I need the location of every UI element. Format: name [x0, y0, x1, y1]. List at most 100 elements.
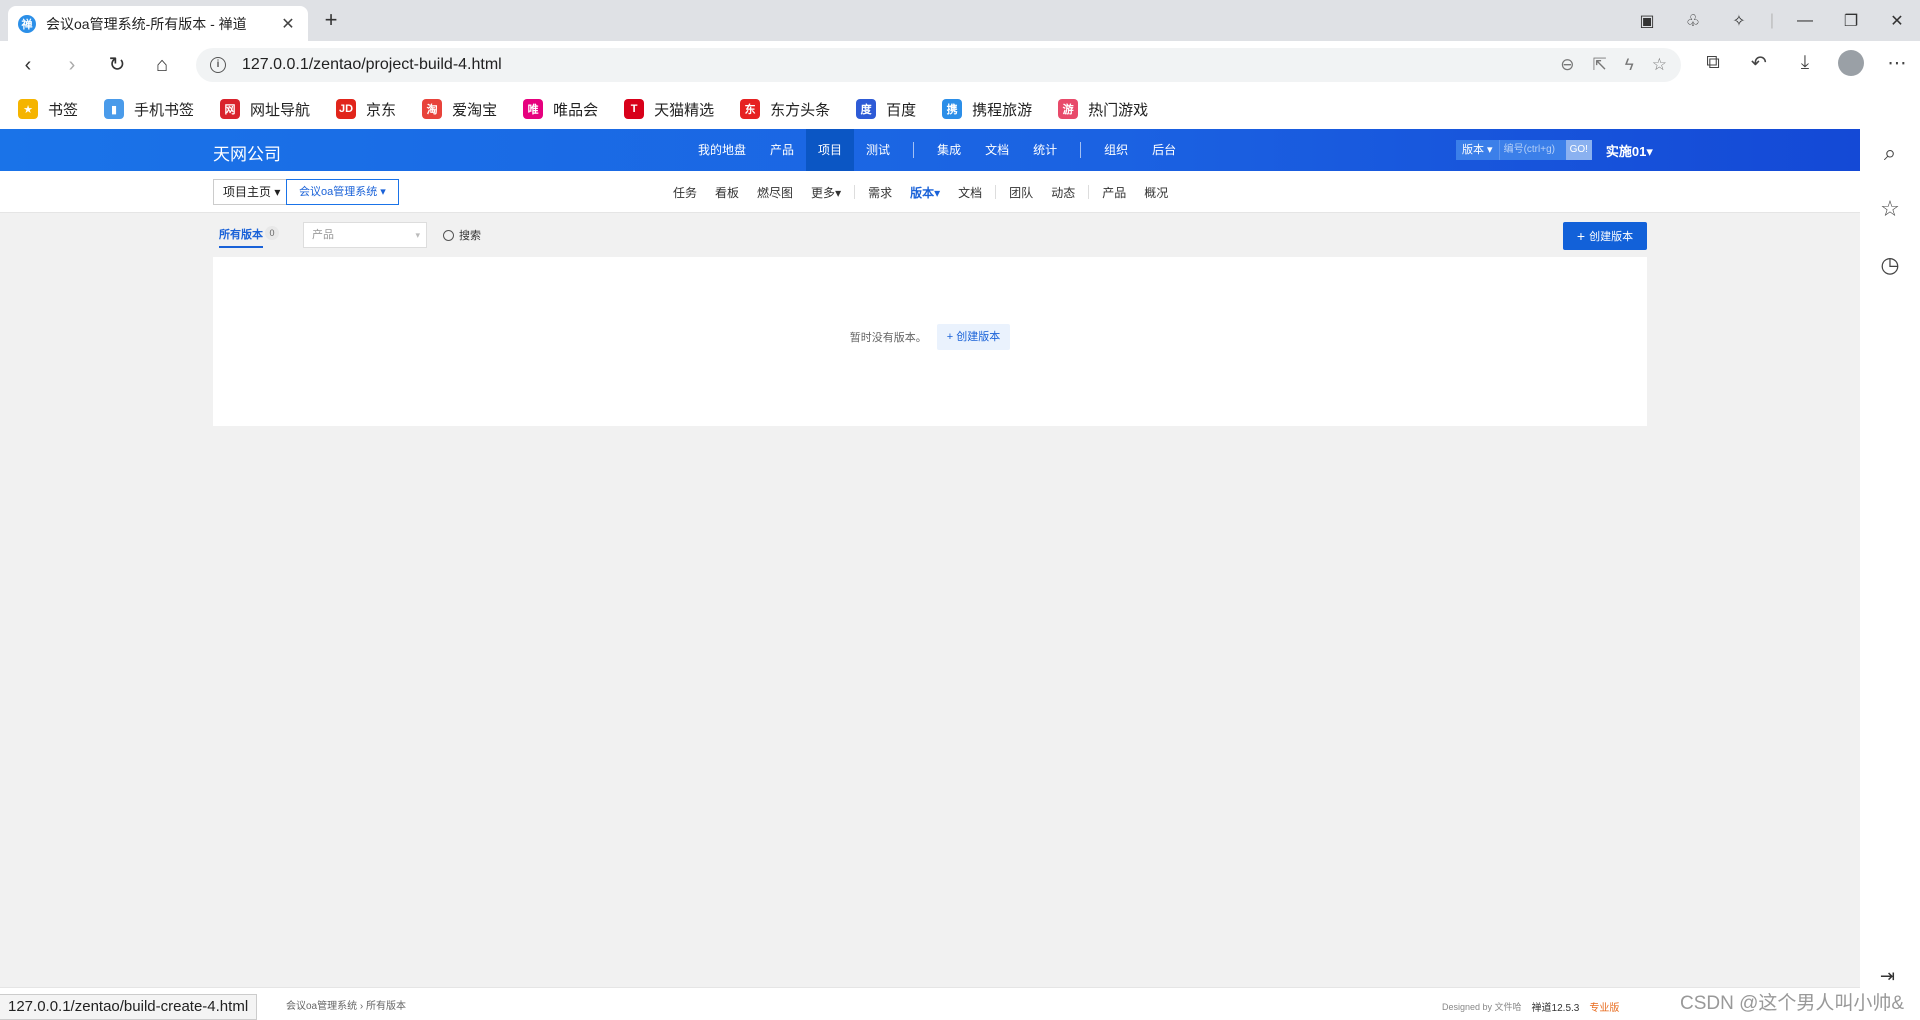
zoom-icon[interactable]: ⊖	[1560, 55, 1574, 75]
search-toggle[interactable]: 搜索	[443, 227, 481, 243]
nav-qa[interactable]: 测试	[854, 129, 902, 171]
bookmark-item[interactable]: ▮ 手机书签	[104, 99, 194, 120]
ctrip-icon: 携	[942, 99, 963, 119]
breadcrumb-project-home[interactable]: 项目主页 ▾	[213, 179, 290, 205]
bookmark-star-icon[interactable]: ☆	[1652, 55, 1667, 75]
nav-my[interactable]: 我的地盘	[686, 129, 758, 171]
site-info-icon[interactable]: i	[210, 57, 226, 73]
bookmark-item[interactable]: 游热门游戏	[1058, 99, 1148, 120]
subnav-divider	[1088, 185, 1090, 199]
home-icon[interactable]: ⌂	[146, 50, 178, 82]
go-button[interactable]: GO!	[1565, 140, 1592, 160]
collapse-panel-icon[interactable]: ⇥	[1880, 966, 1895, 987]
bookmark-item[interactable]: 度百度	[856, 99, 916, 120]
subnav-task[interactable]: 任务	[664, 184, 706, 201]
product-select-placeholder: 产品	[312, 229, 334, 241]
search-input[interactable]: 编号(ctrl+g)	[1498, 140, 1566, 160]
company-name[interactable]: 天网公司	[213, 140, 281, 165]
nav-admin[interactable]: 后台	[1140, 129, 1188, 171]
more-menu-icon[interactable]: ⋯	[1874, 52, 1920, 75]
close-window-icon[interactable]: ✕	[1874, 11, 1920, 31]
create-build-button[interactable]: + 创建版本	[1563, 222, 1647, 250]
bookmark-label: 天猫精选	[654, 101, 715, 119]
subnav-story[interactable]: 需求	[859, 184, 901, 201]
nav-report[interactable]: 统计	[1021, 129, 1069, 171]
product-select[interactable]: 产品 ▾	[303, 222, 427, 248]
taobao-icon: 淘	[422, 99, 443, 119]
reload-icon[interactable]: ↻	[101, 50, 133, 82]
browser-actions: ⧉ ↶ ⤓ ⋯	[1690, 50, 1920, 76]
bookmark-item[interactable]: ★ 书签	[18, 99, 78, 120]
bookmark-label: 百度	[886, 101, 917, 119]
bookmark-item[interactable]: T 天猫精选	[624, 99, 714, 120]
footer-crumb-project[interactable]: 会议oa管理系统	[286, 1001, 357, 1012]
bookmark-item[interactable]: JD 京东	[336, 99, 396, 120]
new-tab-button[interactable]: +	[318, 8, 344, 34]
search-icon[interactable]: ⌕	[1878, 141, 1902, 165]
bookmarks-bar: ★ 书签 ▮ 手机书签 网网址导航 JD 京东 淘爱淘宝 唯唯品会 T 天猫精选 东东方头条 度百度 携携…	[0, 89, 1920, 129]
status-bar-url: 127.0.0.1/zentao/build-create-4.html	[0, 994, 258, 1020]
nav-company[interactable]: 组织	[1092, 129, 1140, 171]
subnav-overview[interactable]: 概况	[1135, 184, 1177, 201]
bookmark-item[interactable]: 网网址导航	[220, 99, 310, 120]
share-icon[interactable]: ⇱	[1593, 55, 1607, 75]
tab-all-builds[interactable]: 所有版本	[219, 226, 263, 248]
search-label: 搜索	[459, 230, 481, 242]
chevron-down-icon: ▾	[415, 230, 420, 240]
tab-counter-icon[interactable]: ▣	[1624, 11, 1670, 31]
browser-tab[interactable]: 禅 会议oa管理系统-所有版本 - 禅道 ✕	[8, 6, 308, 41]
bolt-icon[interactable]: ϟ	[1625, 55, 1634, 75]
nav-project[interactable]: 项目	[806, 129, 855, 171]
browser-side-panel: ⌕ ☆ ◷	[1860, 129, 1920, 1020]
bookmark-item[interactable]: 唯唯品会	[523, 99, 598, 120]
vip-icon: 唯	[523, 99, 544, 119]
profile-avatar[interactable]	[1838, 50, 1864, 76]
download-icon[interactable]: ⤓	[1782, 52, 1828, 74]
bookmark-item[interactable]: 淘爱淘宝	[422, 99, 497, 120]
back-icon[interactable]: ‹	[12, 50, 44, 82]
subnav-build[interactable]: 版本▾	[901, 184, 949, 201]
bookmark-label: 网址导航	[250, 101, 311, 119]
favorites-star-icon[interactable]: ☆	[1878, 197, 1902, 221]
history-clock-icon[interactable]: ◷	[1878, 253, 1902, 277]
bookmark-label: 手机书签	[134, 101, 195, 119]
nav-doc[interactable]: 文档	[973, 129, 1021, 171]
subnav-divider	[854, 185, 856, 199]
bookmark-label: 爱淘宝	[452, 101, 498, 119]
page-footer: 会议oa管理系统 › 所有版本 Designed by 文件哈 禅道12.5.3…	[0, 987, 1860, 1020]
subnav-burndown[interactable]: 燃尽图	[748, 184, 802, 201]
bookmark-label: 携程旅游	[972, 101, 1033, 119]
star-icon: ★	[18, 99, 38, 119]
build-list-panel: 暂时没有版本。 + 创建版本	[213, 257, 1647, 426]
zentao-header: 天网公司 我的地盘 产品 项目 测试 集成 文档 统计 组织 后台 版本 ▾ 编…	[0, 129, 1860, 171]
subnav-kanban[interactable]: 看板	[706, 184, 748, 201]
nav-product[interactable]: 产品	[758, 129, 806, 171]
bookmark-item[interactable]: 携携程旅游	[942, 99, 1032, 120]
breadcrumb-project[interactable]: 会议oa管理系统 ▾	[286, 179, 399, 205]
designed-by: Designed by 文件哈	[1442, 1002, 1522, 1012]
restore-icon[interactable]: ❐	[1828, 11, 1874, 31]
forward-icon[interactable]: ›	[56, 50, 88, 82]
bookmark-item[interactable]: 东东方头条	[740, 99, 830, 120]
footer-credits: Designed by 文件哈 禅道12.5.3 专业版	[1442, 999, 1619, 1014]
search-type-dropdown[interactable]: 版本 ▾	[1456, 140, 1499, 160]
undo-icon[interactable]: ↶	[1736, 52, 1782, 75]
zentao-version[interactable]: 禅道12.5.3	[1532, 999, 1580, 1014]
user-menu[interactable]: 实施01▾	[1606, 141, 1653, 160]
extension-puzzle-icon[interactable]: ✧	[1716, 11, 1762, 31]
url-input[interactable]: i 127.0.0.1/zentao/project-build-4.html …	[196, 48, 1681, 82]
create-build-label: 创建版本	[1589, 231, 1634, 243]
close-tab-icon[interactable]: ✕	[278, 14, 298, 34]
subnav-dynamic[interactable]: 动态	[1042, 184, 1084, 201]
subnav-more[interactable]: 更多▾	[802, 184, 850, 201]
empty-create-build-button[interactable]: + 创建版本	[936, 324, 1011, 350]
empty-message: 暂时没有版本。	[849, 332, 927, 344]
nav-ci[interactable]: 集成	[925, 129, 973, 171]
minimize-icon[interactable]: —	[1782, 12, 1828, 30]
subnav-product[interactable]: 产品	[1093, 184, 1135, 201]
subnav-team[interactable]: 团队	[1000, 184, 1042, 201]
extensions-icon[interactable]: ⧉	[1690, 52, 1736, 74]
edition-badge[interactable]: 专业版	[1589, 999, 1619, 1014]
subnav-doc[interactable]: 文档	[949, 184, 991, 201]
incognito-icon[interactable]: ♧	[1670, 11, 1716, 31]
